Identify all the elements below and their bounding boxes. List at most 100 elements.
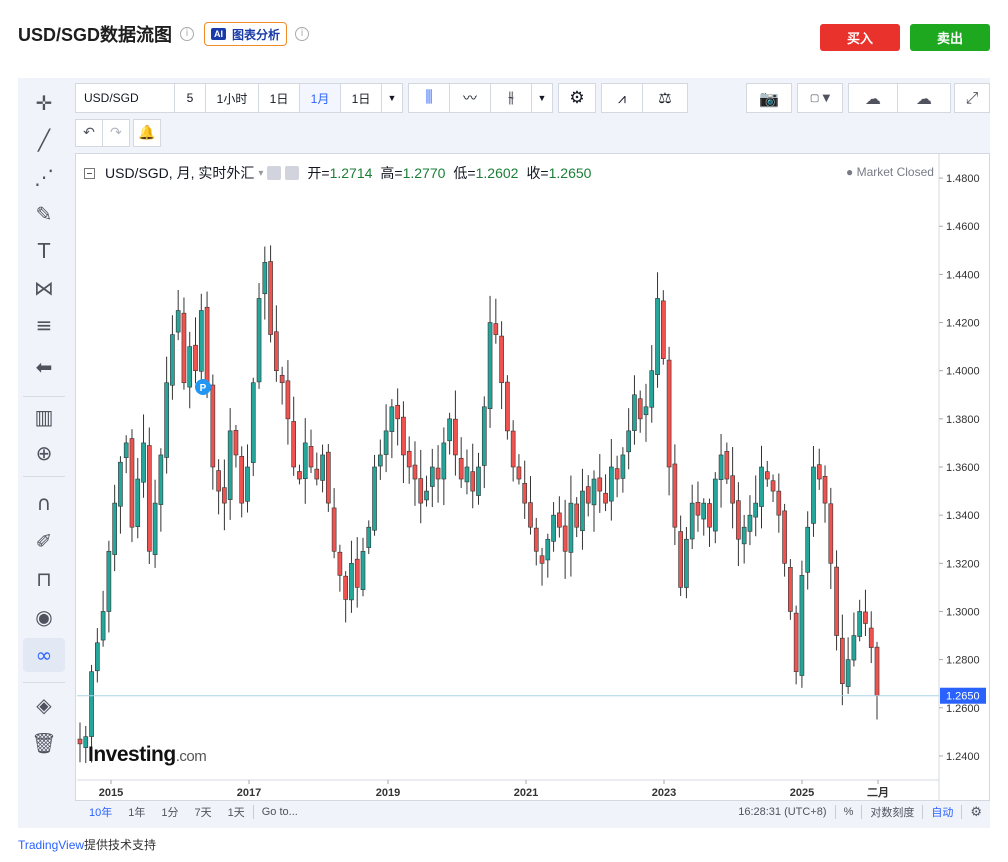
candle-body: [614, 468, 620, 480]
candle-body: [320, 454, 325, 481]
candle-body: [863, 611, 868, 624]
candle-body: [655, 298, 660, 375]
candle-body: [337, 551, 343, 576]
candle-body: [326, 451, 331, 504]
candle-body: [123, 442, 129, 458]
candle-body: [354, 558, 360, 588]
candle-body: [389, 406, 395, 432]
candle-body: [406, 450, 412, 468]
legend-settings-icon[interactable]: [267, 166, 282, 180]
log-scale-toggle[interactable]: 对数刻度: [862, 804, 922, 820]
candle-body: [170, 334, 175, 386]
candle-body: [383, 430, 389, 455]
candle-body: [499, 335, 504, 384]
candle-body: [666, 359, 672, 468]
candle-body: [412, 464, 418, 480]
legend-title: USD/SGD, 月, 实时外汇: [105, 165, 255, 181]
low-value: 1.2602: [475, 165, 519, 181]
logo-suffix: .com: [175, 748, 207, 765]
y-tick-label: 1.3800: [946, 414, 980, 426]
candle-body: [366, 526, 372, 548]
candle-body: [222, 487, 227, 504]
range-1y[interactable]: 1年: [120, 804, 153, 820]
y-tick-label: 1.3400: [946, 510, 980, 522]
candle-body: [476, 466, 481, 496]
candle-body: [516, 466, 522, 480]
settings-icon[interactable]: ⚙: [962, 805, 990, 820]
percent-toggle[interactable]: %: [836, 806, 862, 818]
y-tick-label: 1.3000: [946, 606, 980, 618]
candle-body: [539, 555, 545, 564]
candle-body: [152, 502, 158, 555]
candle-body: [510, 430, 516, 468]
x-tick-label: 2023: [652, 787, 676, 799]
candle-body: [268, 261, 273, 335]
range-10y[interactable]: 10年: [75, 804, 120, 820]
y-tick-label: 1.2800: [946, 655, 980, 667]
close-label: 收=: [526, 165, 549, 181]
candle-body: [637, 398, 643, 420]
clock: 16:28:31 (UTC+8): [738, 806, 827, 818]
candle-body: [435, 467, 441, 480]
legend-remove-icon[interactable]: [285, 166, 300, 180]
y-tick-label: 1.3200: [946, 558, 980, 570]
logo-brand: Investing: [88, 743, 176, 766]
candle-body: [135, 478, 141, 528]
candle-body: [753, 502, 759, 518]
range-1d[interactable]: 1天: [220, 804, 253, 820]
candle-body: [799, 575, 805, 676]
y-tick-label: 1.2400: [946, 751, 980, 763]
auto-scale-toggle[interactable]: 自动: [923, 804, 961, 820]
goto-button[interactable]: Go to...: [254, 806, 306, 818]
candle-body: [146, 445, 152, 552]
bottom-bar: 10年 1年 1分 7天 1天 Go to... 16:28:31 (UTC+8…: [75, 801, 990, 823]
collapse-legend-icon[interactable]: [84, 167, 95, 179]
candle-body: [308, 446, 314, 468]
candlestick-chart[interactable]: 1.4800 1.4600 1.4400 1.4200 1.4000 1.3800 1.36…: [0, 0, 1008, 862]
candle-body: [453, 418, 458, 456]
candle-body: [233, 430, 239, 456]
high-value: 1.2770: [402, 165, 446, 181]
candle-body: [857, 611, 862, 637]
legend-dropdown-icon[interactable]: ▾: [258, 168, 263, 179]
candle-body: [678, 531, 683, 588]
candle-body: [718, 454, 724, 480]
candle-body: [609, 466, 614, 502]
candle-body: [164, 382, 169, 458]
candle-body: [262, 262, 268, 295]
candle-body: [349, 563, 354, 601]
candle-body: [314, 468, 320, 480]
candle-body: [302, 442, 308, 479]
candle-body: [77, 738, 83, 745]
x-tick-label: 2025: [790, 787, 814, 799]
y-tick-label: 1.2600: [946, 703, 980, 715]
candle-body: [730, 475, 735, 504]
candle-body: [470, 471, 476, 492]
candle-body: [585, 486, 591, 504]
y-tick-label: 1.3600: [946, 462, 980, 474]
candle-body: [845, 659, 851, 687]
y-tick-label: 1.4400: [946, 269, 980, 281]
candle-body: [377, 454, 383, 467]
candle-body: [181, 312, 187, 384]
candle-body: [372, 466, 377, 531]
candle-body: [256, 298, 262, 383]
candle-body: [505, 381, 510, 432]
last-price-label: 1.2650: [946, 691, 980, 703]
candle-body: [793, 612, 799, 672]
candle-body: [597, 477, 603, 492]
x-tick-label: 2021: [514, 787, 538, 799]
x-tick-label: 二月: [867, 786, 889, 799]
candle-body: [660, 300, 666, 359]
tradingview-link[interactable]: TradingView: [18, 838, 84, 852]
candle-body: [447, 418, 452, 442]
range-1m[interactable]: 1分: [153, 804, 186, 820]
candle-body: [441, 442, 447, 480]
candle-body: [851, 635, 857, 661]
candle-body: [141, 442, 146, 483]
range-7d[interactable]: 7天: [187, 804, 220, 820]
candle-body: [724, 451, 730, 480]
candle-body: [175, 310, 181, 333]
candle-body: [464, 466, 470, 483]
candle-body: [493, 323, 499, 335]
